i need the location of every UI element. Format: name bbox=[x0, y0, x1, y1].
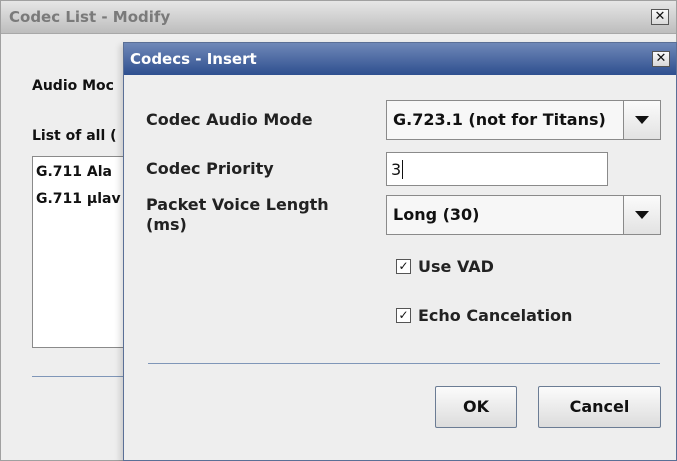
codec-audio-mode-label: Codec Audio Mode bbox=[146, 110, 313, 129]
packet-voice-length-value: Long (30) bbox=[393, 205, 480, 224]
codec-priority-input[interactable]: 3 bbox=[386, 152, 608, 186]
codec-audio-mode-select[interactable]: G.723.1 (not for Titans) bbox=[386, 100, 661, 140]
codec-priority-value: 3 bbox=[391, 160, 404, 179]
echo-cancelation-label[interactable]: Echo Cancelation bbox=[418, 306, 572, 325]
list-item[interactable]: G.711 µlav bbox=[36, 191, 121, 207]
use-vad-label[interactable]: Use VAD bbox=[418, 257, 494, 276]
background-close-button[interactable]: ✕ bbox=[651, 9, 669, 25]
codec-audio-mode-value: G.723.1 (not for Titans) bbox=[393, 110, 606, 129]
dialog-title: Codecs - Insert bbox=[130, 50, 257, 68]
dialog-separator bbox=[148, 363, 660, 364]
list-of-all-label: List of all ( bbox=[32, 128, 117, 144]
dialog-close-button[interactable]: ✕ bbox=[652, 51, 670, 67]
audio-mode-label: Audio Moc bbox=[32, 78, 114, 94]
cancel-button[interactable]: Cancel bbox=[538, 386, 661, 428]
list-item[interactable]: G.711 Ala bbox=[36, 164, 112, 180]
packet-voice-length-select[interactable]: Long (30) bbox=[386, 195, 661, 235]
dialog-titlebar[interactable]: Codecs - Insert ✕ bbox=[124, 43, 676, 75]
chevron-down-icon[interactable] bbox=[623, 101, 660, 139]
codec-priority-label: Codec Priority bbox=[146, 159, 274, 178]
background-window-title: Codec List - Modify bbox=[9, 8, 171, 26]
packet-voice-length-label: Packet Voice Length bbox=[146, 195, 329, 214]
chevron-down-icon[interactable] bbox=[623, 196, 660, 234]
use-vad-checkbox[interactable]: ✓ bbox=[396, 259, 411, 274]
background-titlebar[interactable]: Codec List - Modify ✕ bbox=[1, 1, 676, 34]
codecs-insert-dialog: Codecs - Insert ✕ Codec Audio Mode G.723… bbox=[123, 42, 677, 461]
ok-button[interactable]: OK bbox=[435, 386, 517, 428]
echo-cancelation-checkbox[interactable]: ✓ bbox=[396, 308, 411, 323]
packet-voice-length-unit-label: (ms) bbox=[146, 215, 187, 234]
